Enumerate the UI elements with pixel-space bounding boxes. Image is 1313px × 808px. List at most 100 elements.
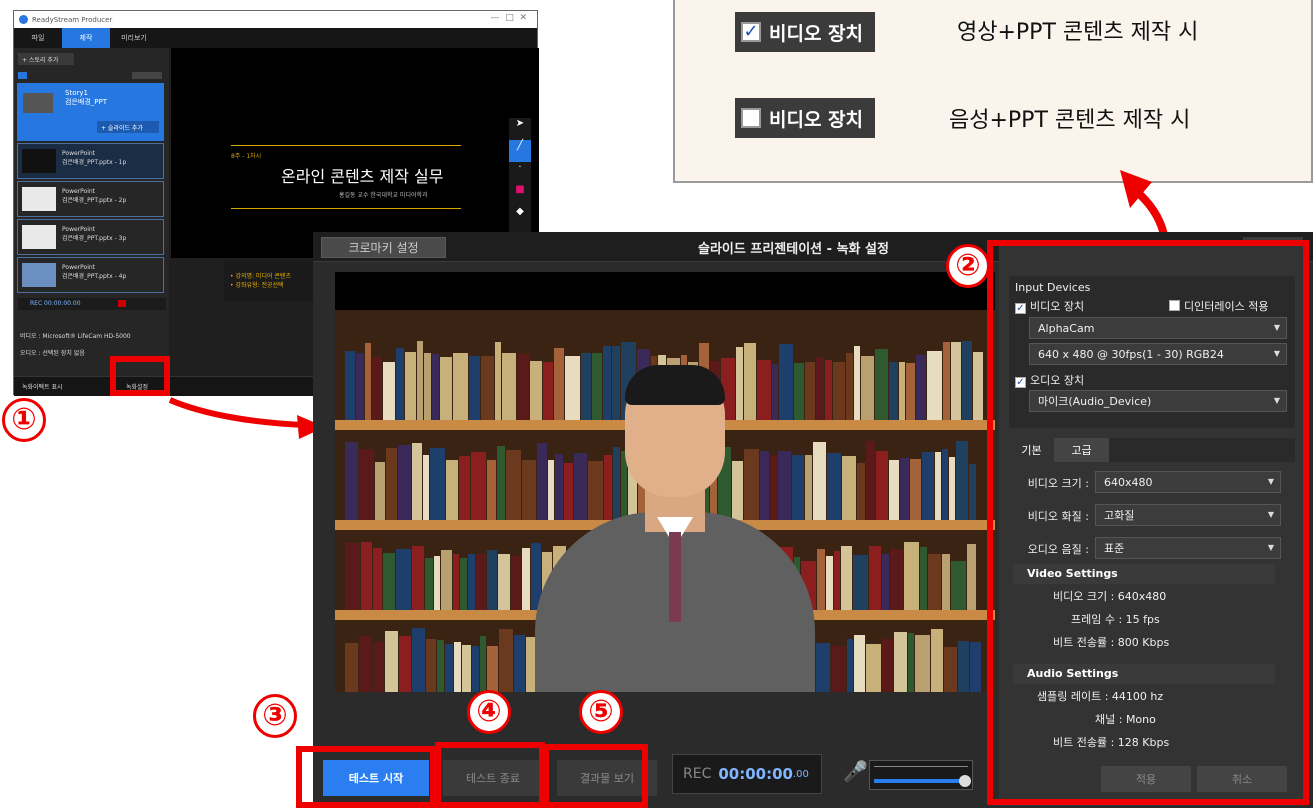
audio-device-select[interactable]: 마이크(Audio_Device) ▼ bbox=[1029, 390, 1287, 412]
audio-settings-header: Audio Settings bbox=[1013, 664, 1275, 684]
slide-item[interactable]: PowerPoint 검은배경_PPT.pptx - 2p bbox=[17, 181, 164, 217]
cancel-button[interactable]: 취소 bbox=[1197, 766, 1287, 792]
slide-preview: 8주 - 1차시 온라인 콘텐츠 제작 실무 홍길동 교수 한국대학교 미디어학… bbox=[171, 48, 539, 258]
checkbox-icon bbox=[1169, 300, 1180, 311]
book-spine bbox=[530, 360, 542, 420]
book-spine bbox=[495, 341, 501, 420]
slide-name: 검은배경_PPT.pptx - 2p bbox=[62, 197, 127, 204]
book-spine bbox=[472, 645, 479, 692]
menu-bar: 파일 제작 미리보기 bbox=[14, 28, 537, 48]
menu-file[interactable]: 파일 bbox=[14, 28, 62, 48]
book-spine bbox=[487, 645, 498, 692]
book-spine bbox=[365, 342, 371, 420]
chroma-key-button[interactable]: 크로마키 설정 bbox=[321, 237, 446, 258]
book-spine bbox=[744, 449, 759, 520]
book-spine bbox=[592, 353, 602, 420]
book-spine bbox=[889, 460, 899, 520]
book-spine bbox=[973, 352, 983, 420]
add-story-button[interactable]: + 스토리 추가 bbox=[18, 53, 74, 65]
slide-name: 검은배경_PPT.pptx - 3p bbox=[62, 235, 127, 242]
sort-icon[interactable] bbox=[132, 72, 162, 79]
audio-device-checkbox[interactable]: ✓ 오디오 장치 bbox=[1015, 372, 1084, 388]
audio-quality-select[interactable]: 표준 ▼ bbox=[1095, 537, 1281, 559]
book-spine bbox=[927, 351, 942, 420]
book-spine bbox=[772, 363, 778, 420]
slide-item[interactable]: PowerPoint 검은배경_PPT.pptx - 3p bbox=[17, 219, 164, 255]
book-spine bbox=[548, 460, 554, 520]
tab-basic[interactable]: 기본 bbox=[1009, 438, 1054, 462]
book-spine bbox=[760, 450, 769, 520]
book-spine bbox=[498, 553, 510, 610]
record-settings-button[interactable]: 녹화설정 bbox=[126, 382, 148, 391]
view-list-icon[interactable] bbox=[18, 72, 27, 79]
menu-produce[interactable]: 제작 bbox=[62, 28, 110, 48]
rec-bar: REC 00:00:00.00 bbox=[18, 298, 166, 310]
marker-3: ③ bbox=[253, 694, 297, 738]
chroma-toggle-button[interactable]: 녹화이펙트 표시 bbox=[22, 382, 63, 391]
video-device-select[interactable]: AlphaCam ▼ bbox=[1029, 317, 1287, 339]
view-result-button[interactable]: 결과물 보기 bbox=[557, 760, 657, 796]
eraser-icon[interactable]: ◆ bbox=[509, 206, 531, 228]
book-spine bbox=[345, 350, 355, 420]
rec-label: REC bbox=[683, 766, 712, 782]
slide-week: 8주 - 1차시 bbox=[231, 153, 262, 160]
book-spine bbox=[426, 638, 436, 692]
tab-advanced[interactable]: 고급 bbox=[1054, 438, 1109, 462]
book-spine bbox=[588, 461, 603, 520]
slide-item[interactable]: PowerPoint 검은배경_PPT.pptx - 1p bbox=[17, 143, 164, 179]
slide-thumb bbox=[22, 149, 56, 173]
deinterlace-checkbox[interactable]: 디인터레이스 적용 bbox=[1169, 298, 1268, 314]
book-spine bbox=[951, 560, 966, 610]
book-spine bbox=[915, 634, 930, 692]
book-spine bbox=[794, 362, 804, 420]
book-spine bbox=[398, 445, 411, 520]
volume-slider-handle[interactable] bbox=[959, 775, 972, 787]
book-spine bbox=[405, 352, 416, 420]
test-stop-button[interactable]: 테스트 종료 bbox=[443, 760, 543, 796]
bullet-item: • 강좌유형: 전공선택 bbox=[230, 282, 284, 289]
book-spine bbox=[412, 442, 422, 520]
menu-preview[interactable]: 미리보기 bbox=[110, 28, 158, 48]
book-spine bbox=[846, 352, 853, 420]
video-size-select[interactable]: 640x480 ▼ bbox=[1095, 471, 1281, 493]
rec-time: 00:00:00 bbox=[718, 765, 793, 783]
story-item[interactable]: Story1 검은배경_PPT + 슬라이드 추가 bbox=[17, 83, 164, 141]
book-spine bbox=[817, 549, 825, 610]
pointer-icon[interactable]: ➤ bbox=[509, 118, 531, 140]
book-spine bbox=[869, 546, 881, 610]
book-spine bbox=[554, 347, 564, 420]
book-spine bbox=[581, 353, 591, 420]
slide-item[interactable]: PowerPoint 검은배경_PPT.pptx - 4p bbox=[17, 257, 164, 293]
book-spine bbox=[889, 362, 898, 420]
book-spine bbox=[499, 628, 513, 692]
video-format-select[interactable]: 640 x 480 @ 30fps(1 - 30) RGB24 ▼ bbox=[1029, 343, 1287, 365]
book-spine bbox=[612, 345, 620, 420]
video-device-checkbox[interactable]: ✓ 비디오 장치 bbox=[1015, 298, 1084, 314]
channel-info: 채널 : Mono bbox=[1095, 713, 1156, 726]
book-spine bbox=[928, 553, 941, 610]
video-quality-label: 비디오 화질 : bbox=[1027, 510, 1089, 523]
book-spine bbox=[920, 546, 927, 610]
color-swatch-icon[interactable]: ■ bbox=[509, 184, 531, 206]
book-spine bbox=[425, 558, 433, 610]
video-quality-select[interactable]: 고화질 ▼ bbox=[1095, 504, 1281, 526]
book-spine bbox=[517, 354, 529, 420]
record-icon[interactable] bbox=[118, 300, 126, 307]
sampling-rate-info: 샘플링 레이트 : 44100 hz bbox=[1037, 690, 1164, 703]
dropdown-arrow-icon: ▼ bbox=[1273, 396, 1280, 405]
book-spine bbox=[770, 454, 777, 520]
video-size-label: 비디오 크기 : bbox=[1027, 477, 1089, 490]
pen-icon[interactable]: ╱ bbox=[509, 140, 531, 162]
slide-type: PowerPoint bbox=[62, 264, 96, 271]
window-controls-icon[interactable]: — □ ✕ bbox=[491, 13, 528, 23]
dot-icon[interactable]: · bbox=[509, 162, 531, 184]
book-spine bbox=[396, 548, 411, 610]
book-spine bbox=[385, 631, 398, 692]
book-spine bbox=[564, 463, 573, 520]
recording-settings-dialog: 크로마키 설정 슬라이드 프리젠테이션 - 녹화 설정 Input Device… bbox=[313, 232, 1313, 808]
book-spine bbox=[441, 549, 452, 610]
test-start-button[interactable]: 테스트 시작 bbox=[323, 760, 429, 796]
apply-button[interactable]: 적용 bbox=[1101, 766, 1191, 792]
audio-bitrate-info: 비트 전송률 : 128 Kbps bbox=[1053, 736, 1170, 749]
add-slide-button[interactable]: + 슬라이드 추가 bbox=[97, 121, 159, 133]
